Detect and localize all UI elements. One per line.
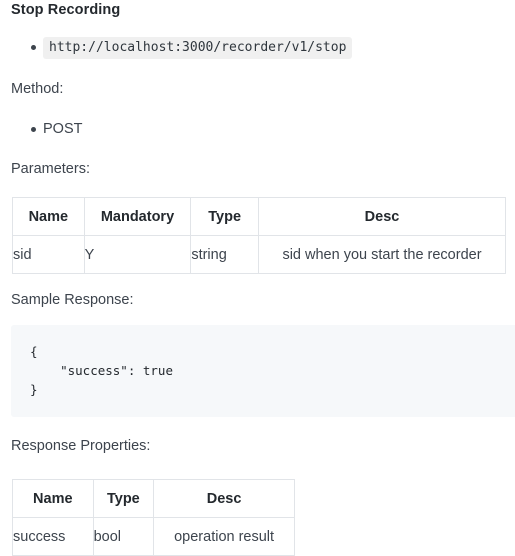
parameters-label: Parameters: xyxy=(11,161,90,177)
method-label: Method: xyxy=(11,81,64,97)
endpoint-url-list: http://localhost:3000/recorder/v1/stop xyxy=(0,37,353,59)
column-header-type: Type xyxy=(92,479,155,518)
table-row: sid Y string sid when you start the reco… xyxy=(12,235,506,274)
cell-name: success xyxy=(12,517,94,556)
column-header-name: Name xyxy=(12,479,94,518)
table-header-row: Name Type Desc xyxy=(12,479,295,518)
page-title: Stop Recording xyxy=(11,2,121,18)
cell-desc: sid when you start the recorder xyxy=(258,235,506,274)
column-header-desc: Desc xyxy=(258,197,506,236)
column-header-desc: Desc xyxy=(153,479,295,518)
response-properties-table: Name Type Desc success bool operation re… xyxy=(12,479,295,556)
response-properties-label: Response Properties: xyxy=(11,438,151,454)
response-properties-table-body: success bool operation result xyxy=(12,517,295,556)
cell-mandatory: Y xyxy=(83,235,192,274)
response-properties-table-head: Name Type Desc xyxy=(12,479,295,518)
endpoint-url-code[interactable]: http://localhost:3000/recorder/v1/stop xyxy=(43,37,353,59)
list-item: POST xyxy=(0,119,82,140)
table-header-row: Name Mandatory Type Desc xyxy=(12,197,506,236)
cell-desc: operation result xyxy=(153,517,295,556)
api-documentation-page: Stop Recording http://localhost:3000/rec… xyxy=(0,0,515,556)
sample-response-code-block: { "success": true } xyxy=(11,325,515,417)
cell-type: bool xyxy=(92,517,155,556)
parameters-table-body: sid Y string sid when you start the reco… xyxy=(12,235,506,274)
cell-name: sid xyxy=(12,235,85,274)
sample-response-label: Sample Response: xyxy=(11,292,134,308)
parameters-table: Name Mandatory Type Desc sid Y string si… xyxy=(12,197,506,274)
column-header-type: Type xyxy=(190,197,259,236)
column-header-name: Name xyxy=(12,197,85,236)
column-header-mandatory: Mandatory xyxy=(83,197,192,236)
list-item: http://localhost:3000/recorder/v1/stop xyxy=(0,37,353,59)
cell-type: string xyxy=(190,235,259,274)
parameters-table-head: Name Mandatory Type Desc xyxy=(12,197,506,236)
method-list: POST xyxy=(0,119,82,140)
table-row: success bool operation result xyxy=(12,517,295,556)
